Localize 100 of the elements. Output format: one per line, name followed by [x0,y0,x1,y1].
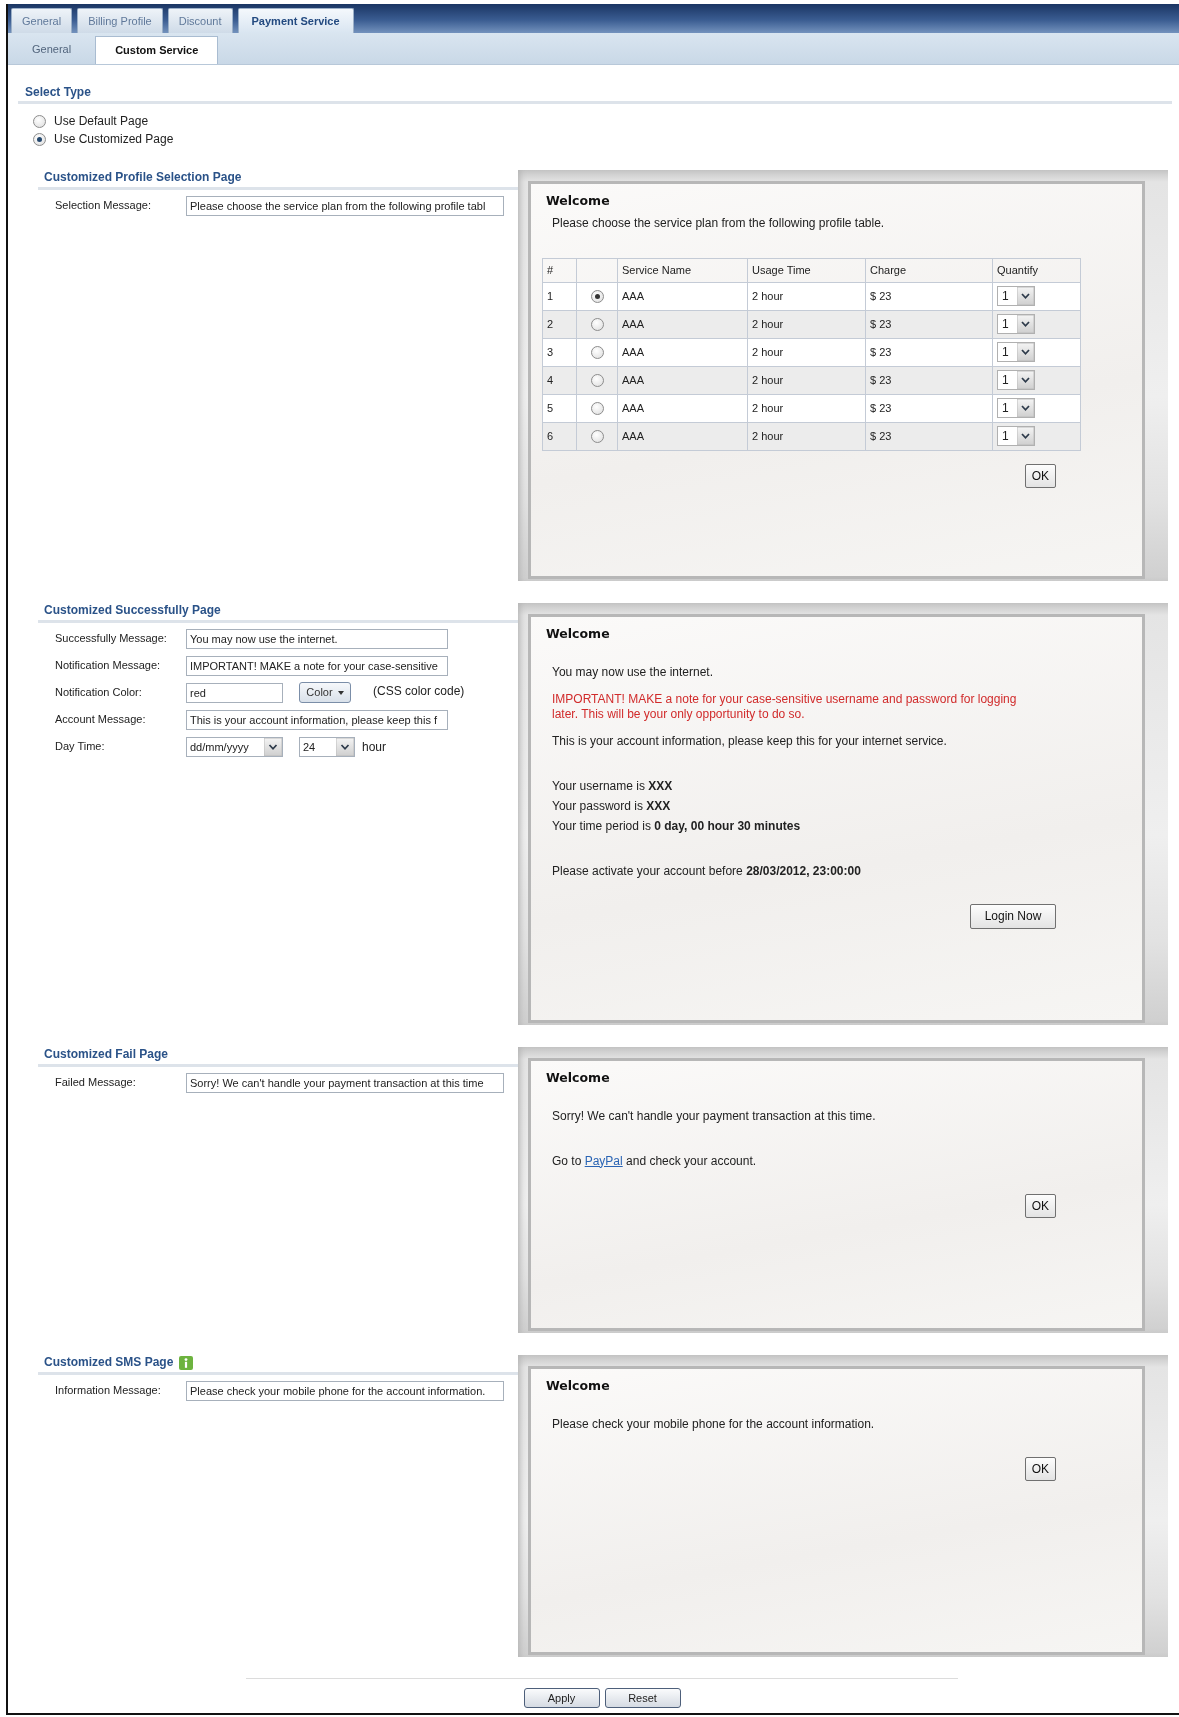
preview-text: Please choose the service plan from the following profile table. [552,215,885,231]
table-cell: AAA [617,310,748,338]
text-field[interactable]: Please check your mobile phone for the account information. [186,1380,504,1401]
dropdown-arrow-icon [1017,399,1034,417]
welcome-title: Welcome [546,193,610,209]
quantity-select[interactable]: 1 [997,370,1035,390]
ok-button[interactable]: OK [1024,1456,1056,1481]
column-header: Charge [865,258,993,282]
table-cell: 2 hour [747,394,866,422]
tab[interactable]: Billing Profile [77,8,163,33]
section-title: Customized SMS Page [44,1355,174,1370]
field-label: Information Message: [55,1383,162,1399]
table-cell: 2 hour [747,422,866,450]
table-cell: 2 [542,310,577,338]
field-label: Failed Message: [55,1075,137,1091]
table-cell: $ 23 [865,422,993,450]
table-cell: 5 [542,394,577,422]
quantity-select[interactable]: 1 [997,286,1035,306]
text-field[interactable]: Sorry! We can't handle your payment transaction at this time [186,1072,504,1093]
table-cell: AAA [617,338,748,366]
field-label: Notification Color: [55,685,143,701]
form-button[interactable]: Reset [604,1688,681,1708]
quantity-select[interactable]: 1 [997,398,1035,418]
dropdown-arrow-icon [264,737,282,756]
date-select[interactable]: dd/mm/yyyy [186,736,283,757]
option-label[interactable]: Use Default Page [54,112,149,130]
field-label: Selection Message: [55,198,152,214]
preview-text: Your username is XXX [552,778,673,794]
dropdown-arrow-icon [1017,371,1034,389]
field-label: Day Time: [55,739,106,755]
table-cell: AAA [617,282,748,310]
radio-button[interactable] [590,290,604,304]
preview-text: Sorry! We can't handle your payment transaction at this time. [552,1108,876,1124]
dropdown-arrow-icon [1017,427,1034,445]
preview-text: Your password is XXX [552,798,671,814]
dropdown-arrow-icon [1017,287,1034,305]
preview-text: This is your account information, please keep this for your internet service. [552,733,947,749]
radio-button[interactable] [33,114,46,128]
option-label[interactable]: Use Customized Page [54,130,174,148]
unit-label: hour [362,738,387,756]
section-title: Customized Profile Selection Page [44,170,242,185]
tab[interactable]: General [11,8,73,33]
text-field[interactable]: You may now use the internet. [186,628,448,649]
table-cell: AAA [617,366,748,394]
text-field[interactable]: IMPORTANT! MAKE a note for your case-sensitive [186,655,448,676]
form-button[interactable]: Apply [523,1688,600,1708]
dropdown-arrow-icon [1017,315,1034,333]
quantity-select[interactable]: 1 [997,314,1035,334]
field-label: Successfully Message: [55,631,168,647]
radio-button[interactable] [590,402,604,416]
ok-button[interactable]: OK [1024,1193,1056,1218]
welcome-title: Welcome [546,626,610,642]
radio-button[interactable] [590,346,604,360]
field-label: Notification Message: [55,658,162,674]
radio-button[interactable] [590,318,604,332]
quantity-select[interactable]: 1 [997,426,1035,446]
color-button[interactable]: Color [299,682,351,703]
table-cell: 2 hour [747,310,866,338]
tab[interactable]: Custom Service [95,36,219,64]
radio-button[interactable] [33,132,46,146]
table-cell: 4 [542,366,577,394]
color-field[interactable]: red [186,682,283,703]
radio-button[interactable] [590,374,604,388]
table-cell: 2 hour [747,338,866,366]
text-field[interactable]: This is your account information, please keep this f [186,709,448,730]
dropdown-arrow-icon [336,737,354,756]
table-cell: AAA [617,394,748,422]
dropdown-arrow-icon [1017,343,1034,361]
welcome-title: Welcome [546,1070,610,1086]
section-title: Customized Successfully Page [44,603,221,618]
text-link[interactable]: PayPal [584,1153,623,1168]
welcome-title: Welcome [546,1378,610,1394]
hour-select[interactable]: 24 [299,736,355,757]
quantity-select[interactable]: 1 [997,342,1035,362]
column-header: # [542,258,577,282]
preview-text: IMPORTANT! MAKE a note for your case-sensitive username and password for logging later. This will be your only opportunity to do so. [552,691,1018,722]
ok-button[interactable]: OK [1024,463,1056,488]
table-cell: $ 23 [865,310,993,338]
table-cell: $ 23 [865,338,993,366]
table-cell: 1 [542,282,577,310]
column-header: Quantify [992,258,1081,282]
table-cell: $ 23 [865,282,993,310]
table-cell: $ 23 [865,366,993,394]
table-cell: 3 [542,338,577,366]
table-cell: 2 hour [747,366,866,394]
preview-text: You may now use the internet. [552,664,713,680]
radio-button[interactable] [590,430,604,444]
preview-text: Go to PayPal and check your account. [552,1153,757,1169]
table-cell: 2 hour [747,282,866,310]
tab[interactable]: General [12,36,92,64]
column-header: Usage Time [747,258,866,282]
preview-text: Please activate your account before 28/03/2012, 23:00:00 [552,863,861,879]
column-header: Service Name [617,258,748,282]
caret-icon [337,690,344,695]
tab[interactable]: Payment Service [237,8,354,33]
field-label: Account Message: [55,712,147,728]
tab[interactable]: Discount [167,8,233,33]
text-field[interactable]: Please choose the service plan from the following profile tabl [186,195,504,216]
hint-text: (CSS color code) [373,683,465,700]
login-button[interactable]: Login Now [970,903,1056,929]
